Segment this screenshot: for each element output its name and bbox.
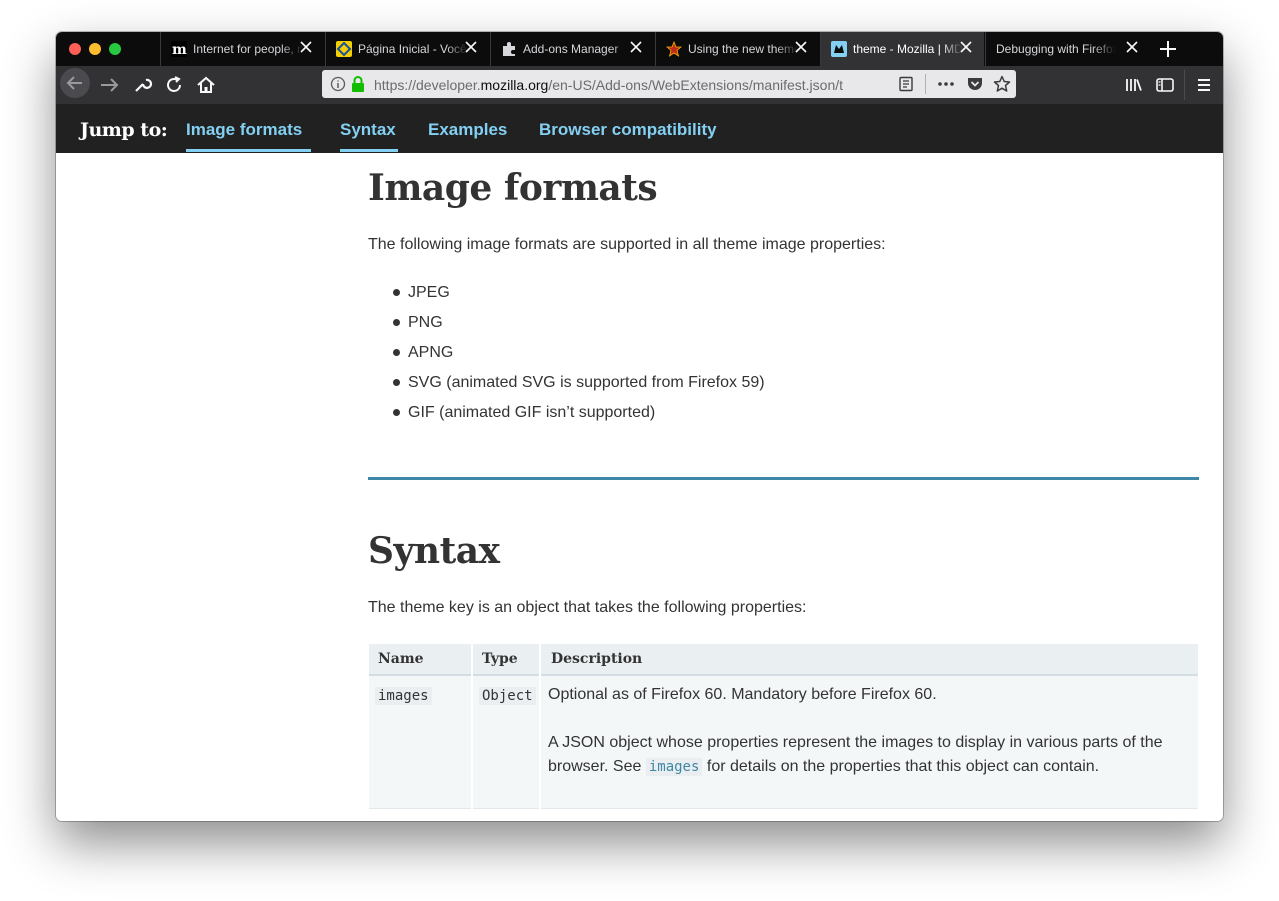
info-icon[interactable] bbox=[330, 76, 346, 92]
mozilla-m-icon: m bbox=[171, 41, 187, 57]
close-tab-icon[interactable] bbox=[793, 39, 809, 55]
jump-link-browser-compatibility[interactable]: Browser compatibility bbox=[539, 120, 717, 140]
window-close-button[interactable] bbox=[69, 43, 81, 55]
heading-syntax: Syntax bbox=[368, 530, 500, 572]
column-header-type: Type bbox=[482, 651, 518, 667]
forward-button[interactable] bbox=[96, 71, 124, 99]
tab-title: theme - Mozilla | MDN bbox=[853, 42, 963, 56]
property-name: images bbox=[375, 687, 432, 705]
puzzle-piece-icon bbox=[501, 41, 517, 57]
navigation-toolbar: https://developer.mozilla.org/en-US/Add-… bbox=[56, 66, 1223, 104]
tab-theme-mdn[interactable]: theme - Mozilla | MDN bbox=[820, 32, 984, 66]
tab-title: Add-ons Manager bbox=[523, 42, 619, 56]
window-maximize-button[interactable] bbox=[109, 43, 121, 55]
wrench-icon[interactable] bbox=[128, 71, 156, 99]
browser-window: m Internet for people, no Página Inicial… bbox=[56, 32, 1223, 821]
tab-debugging-firefox[interactable]: Debugging with Firefox D bbox=[985, 32, 1150, 66]
url-bar-separator bbox=[925, 74, 926, 94]
image-formats-intro: The following image formats are supporte… bbox=[368, 236, 886, 253]
description-text: for details on the properties that this … bbox=[706, 758, 1100, 775]
heading-image-formats: Image formats bbox=[368, 167, 658, 209]
reload-icon[interactable] bbox=[160, 71, 188, 99]
bullet-marker bbox=[393, 289, 400, 296]
list-item: PNG bbox=[408, 314, 443, 331]
syntax-intro: The theme key is an object that takes th… bbox=[368, 599, 807, 616]
list-item: SVG (animated SVG is supported from Fire… bbox=[408, 374, 765, 391]
bullet-marker bbox=[393, 409, 400, 416]
star-icon bbox=[666, 41, 682, 57]
page-content: Image formats The following image format… bbox=[56, 153, 1223, 821]
close-tab-icon[interactable] bbox=[463, 39, 479, 55]
jump-to-label: Jump to: bbox=[80, 119, 168, 141]
close-tab-icon[interactable] bbox=[1124, 39, 1140, 55]
tab-strip: m Internet for people, no Página Inicial… bbox=[56, 32, 1223, 66]
page-actions-icon[interactable] bbox=[936, 76, 956, 92]
bullet-marker bbox=[393, 379, 400, 386]
tab-internet-for-people[interactable]: m Internet for people, no bbox=[160, 32, 324, 66]
url-path: /en-US/Add-ons/WebExtensions/manifest.js… bbox=[548, 77, 844, 93]
url-bar[interactable]: https://developer.mozilla.org/en-US/Add-… bbox=[322, 70, 1016, 98]
bullet-marker bbox=[393, 319, 400, 326]
jump-link-syntax[interactable]: Syntax bbox=[340, 120, 396, 140]
column-header-description: Description bbox=[551, 651, 643, 667]
svg-text:m: m bbox=[172, 42, 187, 57]
property-type: Object bbox=[479, 687, 536, 705]
tab-pagina-inicial[interactable]: Página Inicial - Você bbox=[325, 32, 489, 66]
close-tab-icon[interactable] bbox=[628, 39, 644, 55]
bookmark-star-icon[interactable] bbox=[993, 75, 1011, 93]
toolbar-separator bbox=[1184, 70, 1185, 100]
list-item: GIF (animated GIF isn’t supported) bbox=[408, 404, 656, 421]
url-domain: mozilla.org bbox=[480, 77, 549, 93]
close-tab-icon[interactable] bbox=[958, 39, 974, 55]
banco-do-brasil-icon bbox=[336, 41, 352, 57]
library-icon[interactable] bbox=[1120, 71, 1148, 99]
back-button[interactable] bbox=[60, 68, 90, 98]
sidebar-icon[interactable] bbox=[1151, 71, 1179, 99]
section-divider bbox=[368, 477, 1199, 480]
table-header-row: Name Type Description bbox=[369, 644, 1198, 676]
active-underline bbox=[340, 149, 398, 152]
description-line: browser. See images for details on the p… bbox=[548, 758, 1099, 776]
active-underline bbox=[186, 149, 311, 152]
list-item: APNG bbox=[408, 344, 454, 361]
window-minimize-button[interactable] bbox=[89, 43, 101, 55]
pocket-icon[interactable] bbox=[966, 76, 984, 92]
hamburger-menu-icon[interactable] bbox=[1190, 71, 1218, 99]
description-line: Optional as of Firefox 60. Mandatory bef… bbox=[548, 686, 937, 703]
column-divider bbox=[539, 644, 541, 809]
new-tab-button[interactable] bbox=[1157, 38, 1179, 60]
url-prefix: https://developer. bbox=[374, 77, 481, 93]
jump-to-bar: Jump to: Image formats Syntax Examples B… bbox=[56, 104, 1223, 153]
tab-title: Página Inicial - Você bbox=[358, 42, 467, 56]
images-link[interactable]: images bbox=[645, 758, 703, 776]
jump-link-examples[interactable]: Examples bbox=[428, 120, 507, 140]
table-row: images Object Optional as of Firefox 60.… bbox=[369, 676, 1198, 809]
tab-using-new-theme[interactable]: Using the new theme bbox=[655, 32, 819, 66]
tab-title: Using the new theme bbox=[688, 42, 798, 56]
lock-icon[interactable] bbox=[350, 75, 366, 93]
list-item: JPEG bbox=[408, 284, 450, 301]
close-tab-icon[interactable] bbox=[298, 39, 314, 55]
tab-title: Debugging with Firefox D bbox=[996, 42, 1116, 56]
jump-link-image-formats[interactable]: Image formats bbox=[186, 120, 302, 140]
description-text: browser. See bbox=[548, 758, 642, 775]
mdn-icon bbox=[831, 41, 847, 57]
tab-title: Internet for people, no bbox=[193, 42, 303, 56]
tab-add-ons-manager[interactable]: Add-ons Manager bbox=[490, 32, 654, 66]
reader-view-icon[interactable] bbox=[898, 76, 914, 92]
url-text[interactable]: https://developer.mozilla.org/en-US/Add-… bbox=[374, 77, 882, 93]
bullet-marker bbox=[393, 349, 400, 356]
description-line: A JSON object whose properties represent… bbox=[548, 734, 1163, 751]
column-divider bbox=[471, 644, 473, 809]
column-header-name: Name bbox=[378, 651, 424, 667]
home-icon[interactable] bbox=[192, 71, 220, 99]
